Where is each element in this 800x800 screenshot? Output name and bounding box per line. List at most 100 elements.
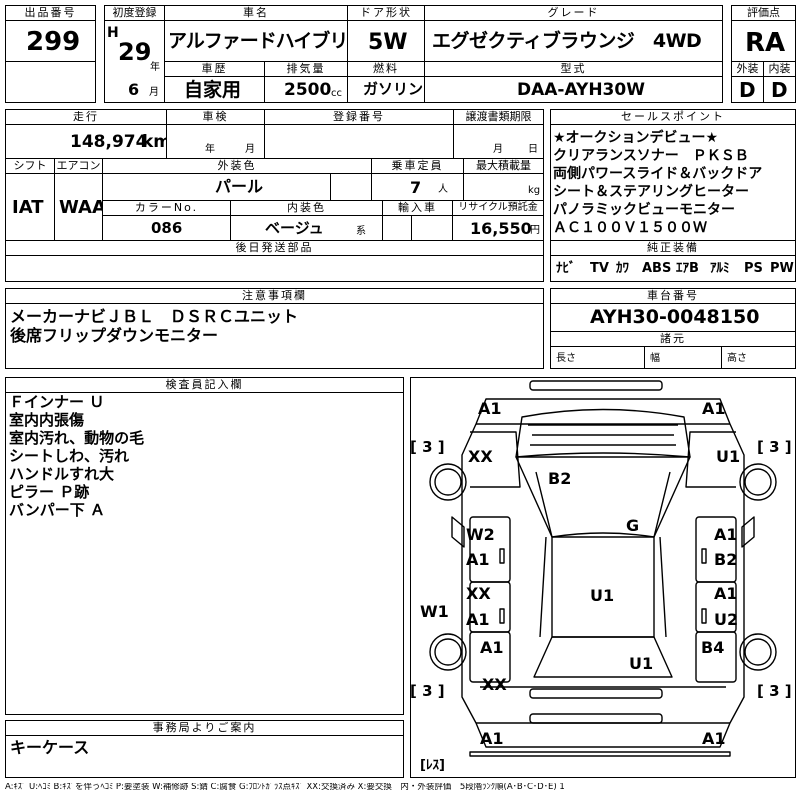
regno-cell [264, 124, 454, 159]
sales-line-5: パノラミックビューモニター [553, 202, 735, 218]
reg-year-unit: 年 [150, 62, 160, 73]
mark-l-sill: W1 [420, 602, 449, 621]
model: DAA-AYH30W [517, 80, 645, 100]
capacity: 7 [410, 178, 422, 197]
colorno: 086 [151, 219, 183, 237]
mark-l-front-door-2: A1 [466, 550, 490, 569]
transfer-day: 日 [528, 144, 538, 155]
tire-fl: [ 3 ] [410, 438, 445, 456]
legend: A:ｷｽﾞ U:ﾍｺﾐ B:ｷｽﾞを伴うﾍｺﾐ P:要塗装 W:補修跡 S:錆 … [5, 783, 565, 792]
model-label: 型式 [424, 61, 723, 77]
dims-length: 長さ [556, 353, 576, 364]
reg-era: H [107, 25, 119, 41]
dims-width: 幅 [650, 353, 660, 364]
displacement: 2500 [284, 80, 332, 100]
score: RA [745, 28, 786, 58]
inspector-line-3: 室内汚れ、動物の毛 [9, 429, 145, 447]
lot-label: 出品番号 [5, 5, 96, 21]
recycle: 16,550 [470, 219, 532, 238]
lot-blank [5, 61, 96, 103]
displacement-label: 排気量 [264, 61, 348, 77]
score-label: 評価点 [731, 5, 796, 21]
inspector-label: 検査員記入欄 [5, 377, 404, 393]
spare-tire: [ﾚｽ] [420, 758, 445, 773]
inspector-line-1: Ｆインナー Ｕ [9, 393, 105, 411]
mark-r-front-door-2: B2 [714, 550, 738, 569]
capacity-label: 乗車定員 [371, 158, 464, 174]
dims-label: 諸元 [550, 331, 796, 347]
import-divider [411, 215, 453, 241]
displacement-unit: cc [331, 88, 342, 99]
mark-r-quarter: B4 [701, 638, 725, 657]
intcolor-unit: 系 [356, 226, 366, 237]
mark-l-quarter: A1 [480, 638, 504, 657]
notes-label: 注意事項欄 [5, 288, 544, 304]
recycle-label: リサイクル預託金 [452, 200, 544, 216]
later-parts-label: 後日発送部品 [5, 240, 544, 256]
door-label: ドア形状 [347, 5, 425, 21]
colorno-label: カラーNo. [102, 200, 231, 216]
notes-line-1: メーカーナビＪＢＬ ＤＳＲＣユニット [10, 307, 299, 326]
sales-line-2: クリアランスソナー ＰＫＳＢ [553, 148, 749, 164]
mileage-label: 走行 [5, 109, 167, 125]
mark-hood: B2 [548, 469, 572, 488]
office-text: キーケース [10, 738, 90, 757]
reg-month: 6 [128, 80, 140, 99]
equip-ps: PS [744, 261, 763, 276]
equip-pw: PW [770, 261, 794, 276]
history-label: 車歴 [164, 61, 265, 77]
mark-r-front-door: A1 [714, 525, 738, 544]
door-type: 5W [368, 30, 408, 55]
lot-number: 299 [26, 27, 81, 57]
chassis-label: 車台番号 [550, 288, 796, 304]
notes-line-2: 後席フリップダウンモニター [10, 326, 219, 345]
mileage: 148,974 [70, 132, 148, 152]
capacity-unit: 人 [438, 184, 448, 195]
equip-navi: ﾅﾋﾞ [556, 261, 576, 276]
history: 自家用 [184, 79, 242, 101]
tire-rl: [ 3 ] [410, 682, 445, 700]
later-parts-cell [5, 255, 544, 282]
ac-label: エアコン [54, 158, 103, 174]
equipment-label: 純正装備 [550, 240, 796, 256]
insp-year: 年 [205, 144, 215, 155]
recycle-unit: 円 [530, 225, 540, 236]
tire-rr: [ 3 ] [757, 682, 792, 700]
mark-r-rear-door: A1 [714, 584, 738, 603]
inspector-line-7: バンパー下 Ａ [9, 501, 105, 519]
inspection-label: 車検 [166, 109, 265, 125]
equip-leather: ｶﾜ [616, 261, 629, 276]
inspector-line-4: シートしわ、汚れ [9, 447, 130, 465]
sales-line-1: ★オークションデビュー★ [553, 130, 719, 146]
transfer-label: 譲渡書類期限 [453, 109, 544, 125]
mark-fl-fender: XX [468, 447, 493, 466]
intcolor-label: 内装色 [230, 200, 383, 216]
dims-height: 高さ [727, 353, 747, 364]
mark-windshield: G [626, 516, 640, 535]
equip-tv: TV [590, 261, 609, 276]
grade-label: グレード [424, 5, 723, 21]
tire-fr: [ 3 ] [757, 438, 792, 456]
chassis-number: AYH30-0048150 [590, 306, 760, 328]
reg-month-unit: 月 [149, 87, 159, 98]
reg-year: 29 [118, 38, 152, 66]
grade: エグゼクティブラウンジ 4WD [432, 30, 702, 52]
equip-airbag: ｴｱB [676, 261, 699, 276]
sales-line-3: 両側パワースライド＆バックドア [553, 166, 763, 182]
fuel-label: 燃料 [347, 61, 425, 77]
load-unit: kg [528, 185, 541, 196]
sales-line-6: ＡＣ１００Ｖ１５００Ｗ [553, 220, 707, 236]
mark-rear-left: XX [482, 675, 507, 694]
ext-score: D [739, 78, 756, 102]
ac: WAA [59, 197, 106, 218]
sales-label: セールスポイント [550, 109, 796, 125]
extcolor-divider [330, 173, 372, 201]
equip-abs: ABS [642, 261, 672, 276]
transfer-month: 月 [493, 144, 503, 155]
mark-l-rear-door: XX [466, 584, 491, 603]
sales-line-4: シート＆ステアリングヒーター [553, 184, 749, 200]
inspector-line-5: ハンドルすれ大 [9, 465, 115, 483]
office-label: 事務局よりご案内 [5, 720, 404, 736]
int-score: D [771, 78, 788, 102]
int-label: 内装 [763, 61, 796, 77]
